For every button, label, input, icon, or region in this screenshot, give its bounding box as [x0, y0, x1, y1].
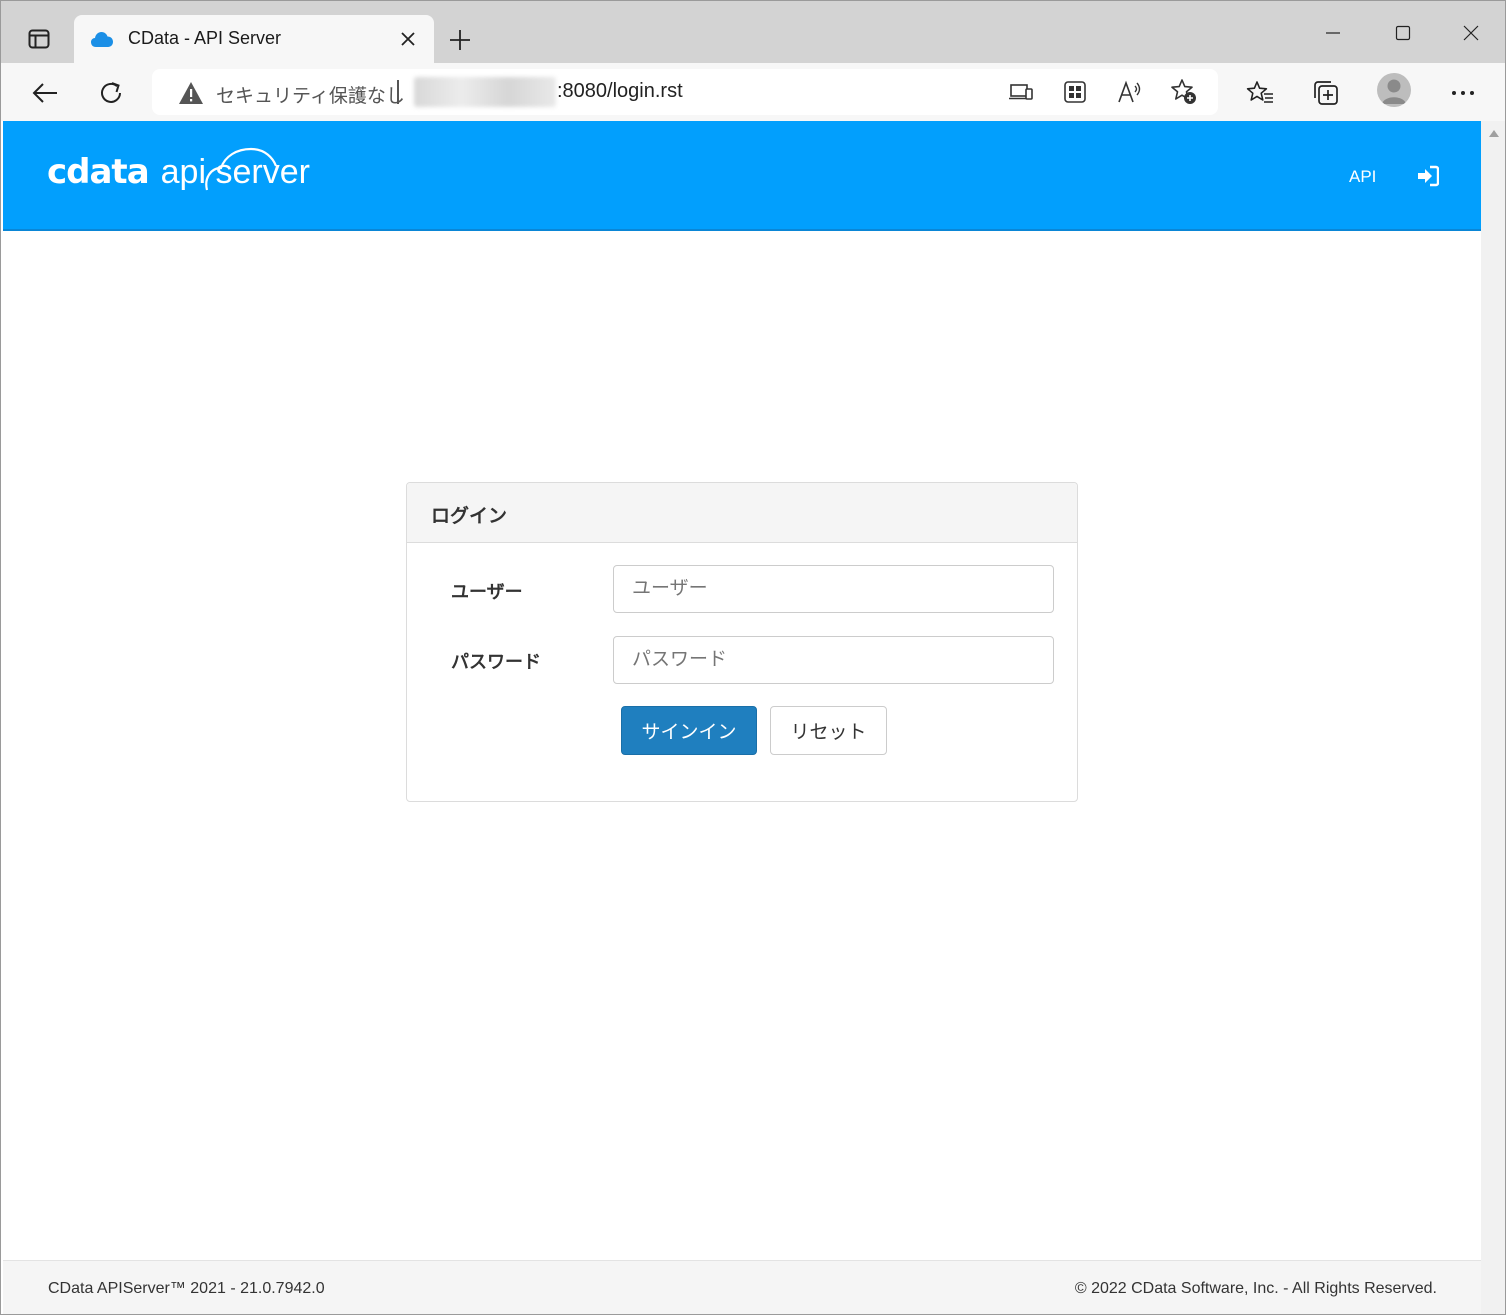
signin-button[interactable]: サインイン [621, 706, 757, 755]
address-url[interactable]: :8080/login.rst [557, 80, 683, 103]
back-arrow-icon[interactable] [23, 71, 67, 115]
sign-in-icon[interactable] [1417, 165, 1439, 187]
address-separator [397, 80, 399, 104]
password-input[interactable] [613, 636, 1054, 684]
cdata-logo[interactable]: cdata api server [47, 146, 310, 198]
footer-copyright: © 2022 CData Software, Inc. - All Rights… [1074, 1280, 1437, 1297]
tab-title: CData - API Server [128, 28, 282, 48]
redacted-host [414, 77, 556, 107]
vertical-scrollbar[interactable] [1481, 121, 1505, 1314]
password-label: パスワード [451, 652, 541, 672]
tab-strip: CData - API Server [1, 1, 1505, 64]
read-aloud-icon[interactable] [1114, 77, 1146, 107]
maximize-icon[interactable] [1381, 11, 1425, 55]
logo-cloud-icon [205, 147, 278, 191]
app-icon[interactable] [1059, 77, 1091, 107]
login-panel: ログイン ユーザー パスワード サインイン リセット [406, 482, 1078, 802]
browser-tab[interactable]: CData - API Server [74, 15, 434, 64]
page-footer: CData APIServer™ 2021 - 21.0.7942.0 © 20… [3, 1260, 1481, 1314]
reset-button[interactable]: リセット [770, 706, 887, 755]
nav-api-link[interactable]: API [1349, 167, 1376, 187]
login-title: ログイン [431, 506, 508, 527]
collections-icon[interactable] [1304, 71, 1348, 115]
warning-icon[interactable] [178, 81, 204, 105]
browser-toolbar: セキュリティ保護なし :8080/login.rst [1, 63, 1505, 121]
plus-icon[interactable] [441, 21, 479, 59]
security-status[interactable]: セキュリティ保護なし [216, 81, 405, 108]
scroll-up-icon[interactable] [1489, 129, 1499, 137]
logo-cdata-text: cdata [47, 152, 150, 192]
cloud-icon [91, 32, 113, 47]
address-bar[interactable]: セキュリティ保護なし :8080/login.rst [152, 69, 1218, 115]
user-input[interactable] [613, 565, 1054, 613]
page-content: cdata api server API ログイン ユーザー パスワード サイン… [3, 121, 1481, 1314]
profile-icon[interactable] [1377, 73, 1411, 107]
app-navbar: cdata api server API [3, 121, 1481, 231]
close-icon[interactable] [1449, 11, 1493, 55]
device-icon[interactable] [1005, 77, 1037, 107]
tab-actions-icon[interactable] [17, 19, 61, 59]
close-icon[interactable] [396, 27, 420, 51]
login-panel-header: ログイン [407, 483, 1077, 543]
refresh-icon[interactable] [89, 71, 133, 115]
more-icon[interactable] [1441, 71, 1485, 115]
user-label: ユーザー [451, 582, 523, 602]
add-favorite-icon[interactable] [1168, 77, 1200, 107]
footer-version: CData APIServer™ 2021 - 21.0.7942.0 [48, 1280, 325, 1297]
browser-window: CData - API Server セキュリティ保護なし:8080/logi… [0, 0, 1506, 1315]
favorites-icon[interactable] [1238, 71, 1282, 115]
minimize-icon[interactable] [1311, 11, 1355, 55]
